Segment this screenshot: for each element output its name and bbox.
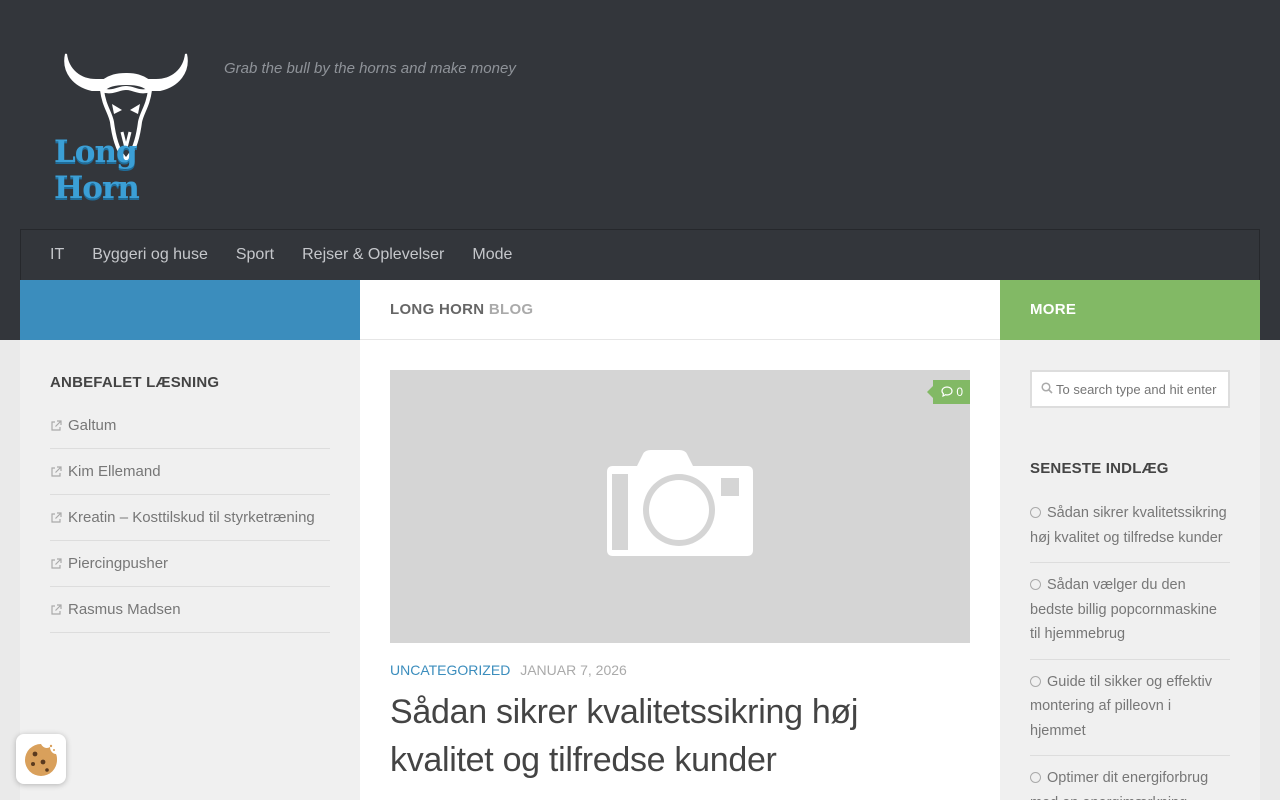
external-link-icon [51, 603, 62, 615]
recent-post-label[interactable]: Sådan sikrer kvalitetssikring høj kvalit… [1030, 505, 1227, 546]
recent-post-item[interactable]: Guide til sikker og effektiv montering a… [1030, 660, 1230, 756]
right-sidebar-header-label: MORE [1030, 301, 1077, 318]
post-meta: UNCATEGORIZED JANUAR 7, 2026 [390, 662, 627, 678]
external-link-icon [51, 419, 62, 431]
page-title-light: BLOG [488, 301, 534, 318]
comment-count-badge[interactable]: 0 [927, 380, 970, 404]
recommended-reading-title: ANBEFALET LÆSNING [50, 374, 220, 391]
nav-item-mode[interactable]: Mode [458, 230, 526, 280]
recent-posts-title: SENESTE INDLÆG [1030, 460, 1169, 477]
post-date: JANUAR 7, 2026 [520, 662, 627, 678]
recommended-link[interactable]: Galtum [50, 403, 330, 449]
recommended-link[interactable]: Kreatin – Kosttilskud til styrketræning [50, 495, 330, 541]
recommended-link-label[interactable]: Kim Ellemand [68, 463, 161, 480]
post-title[interactable]: Sådan sikrer kvalitetssikring høj kvalit… [390, 688, 970, 784]
right-sidebar-header: MORE [1000, 280, 1260, 340]
recent-posts-list: Sådan sikrer kvalitetssikring høj kvalit… [1030, 491, 1230, 800]
recommended-link-label[interactable]: Piercingpusher [68, 555, 168, 572]
recent-post-label[interactable]: Optimer dit energiforbrug med en energim… [1030, 770, 1208, 800]
search-icon [1041, 382, 1053, 394]
recommended-links-list: Galtum Kim Ellemand Kreatin – Kosttilsku… [50, 403, 330, 633]
recent-post-item[interactable]: Optimer dit energiforbrug med en energim… [1030, 756, 1230, 800]
clock-icon [1030, 675, 1041, 687]
recent-post-item[interactable]: Sådan sikrer kvalitetssikring høj kvalit… [1030, 491, 1230, 563]
external-link-icon [51, 511, 62, 523]
search-box [1030, 370, 1230, 408]
clock-icon [1030, 772, 1041, 783]
recommended-link-label[interactable]: Galtum [68, 417, 116, 434]
site-tagline: Grab the bull by the horns and make mone… [224, 60, 516, 77]
right-sidebar: SENESTE INDLÆG Sådan sikrer kvalitetssik… [1000, 340, 1260, 800]
post-category[interactable]: UNCATEGORIZED [390, 662, 510, 678]
left-sidebar-header [20, 280, 360, 340]
clock-icon [1030, 579, 1041, 590]
left-sidebar: ANBEFALET LÆSNING Galtum Kim Ellemand Kr… [20, 340, 360, 800]
site-logo[interactable]: Long Horn [52, 48, 200, 206]
comment-icon [941, 386, 953, 398]
cookie-consent-button[interactable] [16, 734, 66, 784]
main-content: LONG HORN BLOG 0 UNCATEGORIZED JANUAR 7,… [360, 280, 1000, 800]
page-title-strong: LONG HORN [390, 301, 485, 318]
main-nav: IT Byggeri og huse Sport Rejser & Opleve… [20, 229, 1260, 280]
cookie-icon [25, 744, 57, 776]
nav-item-byggeri[interactable]: Byggeri og huse [78, 230, 222, 280]
recommended-link-label[interactable]: Rasmus Madsen [68, 601, 181, 618]
logo-text: Long Horn [54, 134, 140, 206]
post-thumbnail[interactable]: 0 [390, 370, 970, 643]
comment-count: 0 [956, 385, 963, 399]
recommended-reading-widget: ANBEFALET LÆSNING Galtum Kim Ellemand Kr… [50, 374, 330, 633]
recent-post-label[interactable]: Sådan vælger du den bedste billig popcor… [1030, 577, 1217, 642]
recommended-link[interactable]: Piercingpusher [50, 541, 330, 587]
nav-item-rejser[interactable]: Rejser & Oplevelser [288, 230, 458, 280]
recent-post-label[interactable]: Guide til sikker og effektiv montering a… [1030, 674, 1212, 739]
clock-icon [1030, 507, 1041, 518]
nav-item-sport[interactable]: Sport [222, 230, 288, 280]
recent-posts-widget: SENESTE INDLÆG Sådan sikrer kvalitetssik… [1030, 460, 1230, 800]
recommended-link[interactable]: Rasmus Madsen [50, 587, 330, 633]
recommended-link-label[interactable]: Kreatin – Kosttilskud til styrketræning [68, 509, 315, 526]
nav-item-it[interactable]: IT [36, 230, 78, 280]
search-input[interactable] [1056, 372, 1226, 406]
recommended-link[interactable]: Kim Ellemand [50, 449, 330, 495]
page-title: LONG HORN BLOG [360, 280, 1000, 340]
camera-icon [607, 450, 753, 556]
external-link-icon [51, 465, 62, 477]
recent-post-item[interactable]: Sådan vælger du den bedste billig popcor… [1030, 563, 1230, 660]
external-link-icon [51, 557, 62, 569]
